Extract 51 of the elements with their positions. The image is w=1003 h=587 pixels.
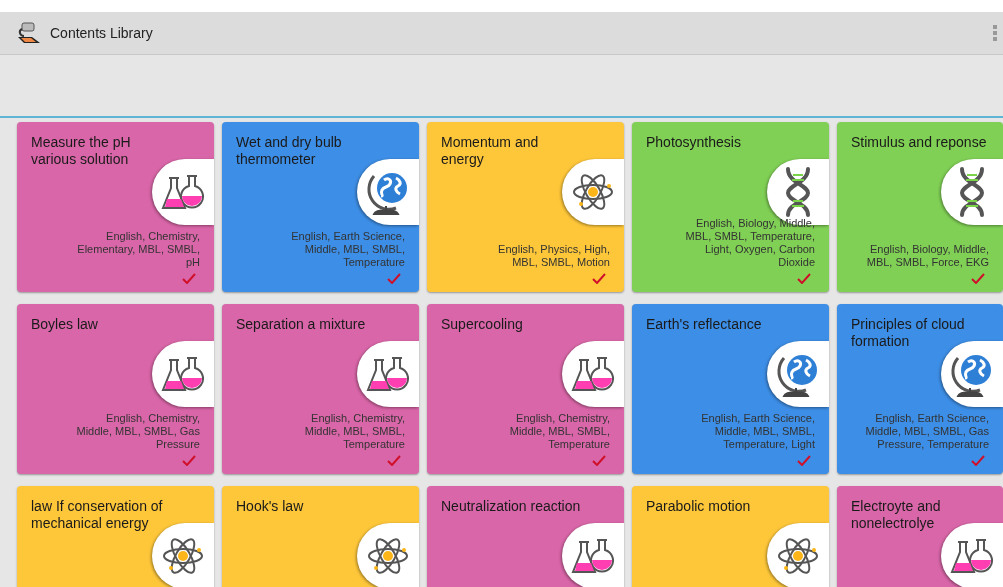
content-card[interactable]: Measure the pH various solution English, Chemistry, Elementary, MBL, SMBL, pH [17, 122, 214, 292]
content-card[interactable]: Wet and dry bulb thermometer English, Earth Science, Middle, MBL, SMBL, Temperature [222, 122, 419, 292]
card-title: law If conservation of mechanical energy [31, 498, 164, 532]
card-title: Neutralization reaction [441, 498, 581, 515]
content-card[interactable]: Boyles law English, Chemistry, Middle, MBL, SMBL, Gas Pressure [17, 304, 214, 474]
flasks-icon [161, 172, 205, 212]
card-title: Hook's law [236, 498, 305, 515]
card-title: Electroyte and nonelectrolye [851, 498, 942, 532]
card-title: Stimulus and reponse [851, 134, 988, 151]
atom-icon [777, 535, 819, 577]
content-card[interactable]: Earth's reflectance English, Earth Science, Middle, MBL, SMBL, Temperature, Light [632, 304, 829, 474]
card-tags: English, Physics, High, MBL, SMBL, Motion [478, 243, 610, 269]
card-tags: English, Biology, Middle, MBL, SMBL, Force, EKG [857, 243, 989, 269]
app-title: Contents Library [50, 25, 154, 41]
card-title: Parabolic motion [646, 498, 752, 515]
content-card[interactable]: law If conservation of mechanical energy [17, 486, 214, 587]
card-title: Wet and dry bulb thermometer [236, 134, 343, 168]
flasks-icon [571, 536, 615, 576]
flasks-icon [950, 536, 994, 576]
flasks-icon [571, 354, 615, 394]
card-tags: English, Earth Science, Middle, MBL, SMBL, Temperature [273, 230, 405, 269]
app-logo-icon [16, 21, 42, 45]
card-title: Momentum and energy [441, 134, 540, 168]
card-title: Measure the pH various solution [31, 134, 132, 168]
card-tags: English, Chemistry, Middle, MBL, SMBL, Temperature [478, 412, 610, 451]
card-tags: English, Chemistry, Middle, MBL, SMBL, Gas Pressure [68, 412, 200, 451]
atom-icon [162, 535, 204, 577]
card-tags: English, Earth Science, Middle, MBL, SMBL, Gas Pressure, Temperature [857, 412, 989, 451]
card-title: Separation a mixture [236, 316, 367, 333]
flasks-icon [366, 354, 410, 394]
atom-icon [367, 535, 409, 577]
card-title: Principles of cloud formation [851, 316, 966, 350]
card-tags: English, Chemistry, Middle, MBL, SMBL, Temperature [273, 412, 405, 451]
content-card[interactable]: Separation a mixture English, Chemistry, Middle, MBL, SMBL, Temperature [222, 304, 419, 474]
atom-icon [572, 171, 614, 213]
card-title: Photosynthesis [646, 134, 742, 151]
card-title: Earth's reflectance [646, 316, 763, 333]
content-card[interactable]: Supercooling English, Chemistry, Middle, MBL, SMBL, Temperature [427, 304, 624, 474]
card-title: Supercooling [441, 316, 524, 333]
content-card[interactable]: Stimulus and reponse English, Biology, Middle, MBL, SMBL, Force, EKG [837, 122, 1003, 292]
content-card[interactable]: Principles of cloud formation English, Earth Science, Middle, MBL, SMBL, Gas Pressure, Temperature [837, 304, 1003, 474]
card-title: Boyles law [31, 316, 99, 333]
card-tags: English, Chemistry, Elementary, MBL, SMBL, pH [68, 230, 200, 269]
content-card[interactable]: Neutralization reaction [427, 486, 624, 587]
flasks-icon [161, 354, 205, 394]
card-tags: English, Earth Science, Middle, MBL, SMBL, Temperature, Light [683, 412, 815, 451]
overflow-menu-icon[interactable] [993, 25, 997, 41]
content-card[interactable]: Parabolic motion [632, 486, 829, 587]
content-card[interactable]: Electroyte and nonelectrolye [837, 486, 1003, 587]
content-card[interactable]: Momentum and energy English, Physics, High, MBL, SMBL, Motion [427, 122, 624, 292]
content-card[interactable]: Hook's law [222, 486, 419, 587]
